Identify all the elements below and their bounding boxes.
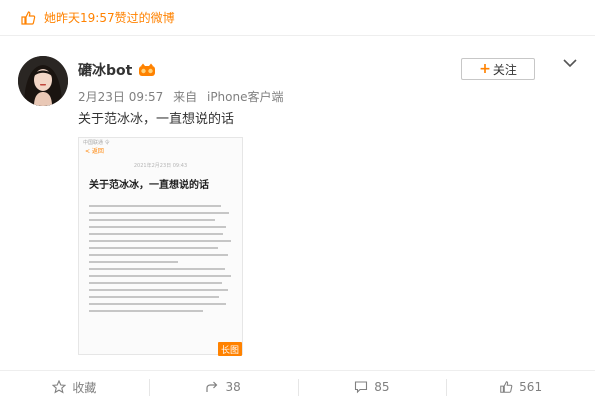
post-text: 关于范冰冰，一直想说的话 [78,112,235,127]
thumbs-up-icon [500,381,513,393]
author-row: 礳冰bot [78,60,156,80]
post-meta: 2月23日 09:57 来自 iPhone客户端 [78,88,284,105]
follow-label: 关注 [492,62,517,77]
post-source[interactable]: iPhone客户端 [207,90,284,104]
liked-banner: 她昨天19:57赞过的微博 [0,0,595,36]
long-image-badge: 长图 [218,342,242,356]
avatar[interactable] [18,56,68,106]
chevron-down-icon[interactable] [563,58,577,68]
post-date[interactable]: 2月23日 09:57 [78,90,163,104]
liked-banner-text[interactable]: 她昨天19:57赞过的微博 [44,9,175,26]
star-icon [52,380,67,394]
vip-badge-icon[interactable] [138,63,156,77]
thumbs-up-icon [21,10,36,25]
like-count: 561 [519,380,543,394]
forward-count: 38 [225,380,241,394]
follow-button[interactable]: + 关注 [461,58,535,80]
plus-icon: + [479,61,491,77]
favorite-button[interactable]: 收藏 [0,371,149,403]
author-name[interactable]: 礳冰bot [78,60,132,80]
post-source-prefix: 来自 [173,90,198,104]
action-bar: 收藏 38 85 561 [0,370,595,403]
comment-button[interactable]: 85 [297,371,447,403]
long-image[interactable]: 中国联通 令 < 返回 2021年2月23日 09:43 关于范冰冰，一直想说的… [78,137,243,355]
like-button[interactable]: 561 [446,371,595,403]
long-image-title: 关于范冰冰，一直想说的话 [89,180,209,191]
comment-count: 85 [374,380,390,394]
long-image-body [79,205,242,312]
comment-icon [355,381,368,394]
favorite-label: 收藏 [72,380,97,395]
forward-button[interactable]: 38 [148,371,298,403]
forward-icon [206,381,218,392]
avatar-image [18,56,68,106]
long-image-status: 中国联通 令 [83,140,110,146]
long-image-back: < 返回 [85,148,104,155]
long-image-date: 2021年2月23日 09:43 [133,163,188,169]
